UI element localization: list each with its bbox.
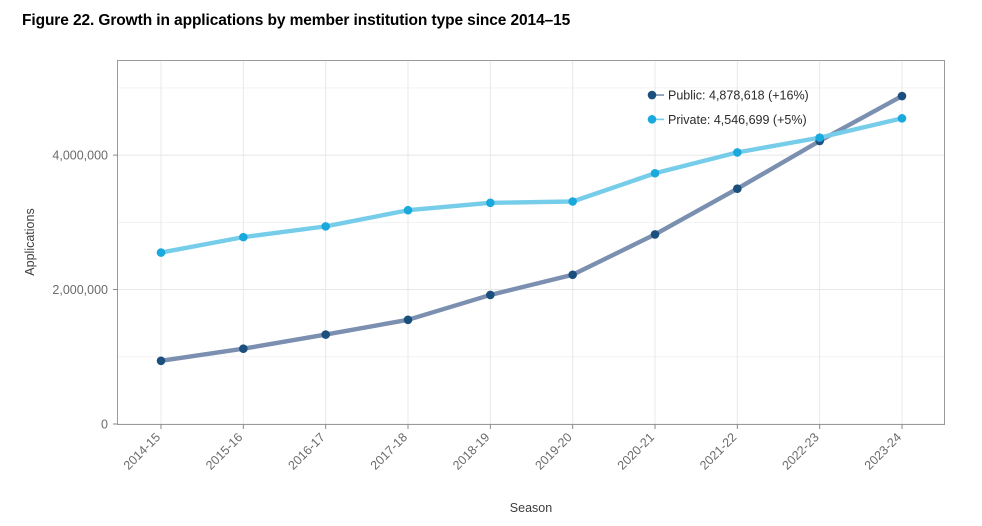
data-point-private[interactable]	[239, 232, 248, 242]
line-chart: 0 2,000,000 4,000,000 2014-15 2015-16 2016-1…	[0, 46, 982, 526]
x-axis-tick-label: 2015-16	[203, 430, 245, 472]
series-line-public	[158, 93, 905, 364]
data-point-public[interactable]	[733, 184, 742, 194]
chart-canvas: 0 2,000,000 4,000,000 2014-15 2015-16 2016-1…	[23, 60, 945, 515]
series-endpoint-labels: Public: 4,878,618 (+16%) Private: 4,546,6…	[647, 89, 809, 127]
legend-marker-private	[647, 115, 657, 124]
figure-title: Figure 22. Growth in applications by mem…	[22, 12, 571, 29]
data-point-private[interactable]	[568, 197, 577, 206]
data-point-private[interactable]	[403, 205, 413, 215]
gridlines-group	[118, 61, 945, 425]
legend-marker-public	[647, 90, 657, 100]
x-axis-tick-label: 2022-23	[779, 430, 821, 472]
x-axis-tick-label: 2014-15	[121, 430, 163, 472]
x-axis-tick-label: 2019-20	[532, 430, 574, 472]
series-line-private	[158, 116, 905, 255]
y-axis-tick-label: 2,000,000	[52, 283, 108, 297]
data-point-public[interactable]	[568, 270, 577, 280]
x-axis-tick-label: 2020-21	[615, 430, 657, 472]
x-axis-tick-label: 2016-17	[285, 430, 327, 472]
y-axis-title: Applications	[23, 208, 37, 275]
y-axis-tick-label: 0	[101, 418, 108, 432]
data-point-public[interactable]	[239, 344, 248, 354]
x-axis-tick-label: 2021-22	[697, 430, 739, 472]
data-point-public[interactable]	[403, 315, 413, 325]
data-point-private[interactable]	[897, 114, 907, 123]
data-point-public[interactable]	[321, 330, 330, 339]
x-axis-tick-label: 2017-18	[368, 430, 410, 472]
data-point-public[interactable]	[897, 91, 907, 101]
x-axis-tick-label: 2018-19	[450, 430, 492, 472]
y-axis-tick-label: 4,000,000	[52, 149, 108, 163]
data-point-public[interactable]	[156, 356, 166, 366]
x-axis-tick-label: 2023-24	[862, 430, 904, 472]
plot-area-border	[117, 60, 945, 425]
data-point-private[interactable]	[321, 222, 330, 231]
endpoint-label-private: Private: 4,546,699 (+5%)	[668, 113, 807, 127]
data-point-private[interactable]	[486, 198, 495, 208]
y-axis-tick-labels: 0 2,000,000 4,000,000	[52, 149, 108, 432]
x-axis-title: Season	[510, 501, 552, 515]
data-series-group	[156, 91, 907, 366]
x-axis-tick-labels: 2014-15 2015-16 2016-17 2017-18 2018-19 2019-…	[121, 430, 904, 472]
data-point-private[interactable]	[650, 168, 660, 178]
endpoint-label-public: Public: 4,878,618 (+16%)	[668, 89, 809, 103]
data-point-private[interactable]	[156, 248, 166, 257]
data-point-public[interactable]	[486, 290, 495, 300]
data-point-public[interactable]	[650, 230, 660, 239]
data-point-private[interactable]	[733, 148, 742, 157]
data-point-private[interactable]	[815, 133, 824, 142]
